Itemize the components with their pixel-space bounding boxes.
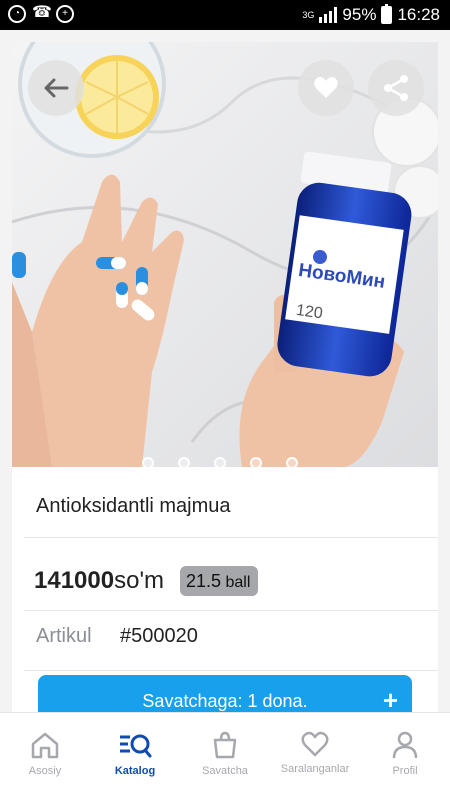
divider: [24, 537, 438, 538]
gallery-dot[interactable]: [214, 457, 226, 467]
price-currency: so'm: [114, 567, 165, 594]
gallery-dot[interactable]: [286, 457, 298, 467]
artikul-value: #500020: [120, 625, 198, 647]
back-button[interactable]: [28, 60, 84, 116]
gallery-pagination: [142, 457, 298, 467]
tab-asosiy[interactable]: Asosiy: [0, 713, 90, 800]
clock: 16:28: [397, 5, 440, 24]
product-name: Antioksidantli majmua: [36, 495, 231, 517]
home-icon: [31, 732, 59, 759]
network-type: 3G: [302, 9, 315, 20]
gallery-dot[interactable]: [142, 457, 154, 467]
tab-label: Katalog: [114, 765, 156, 777]
divider: [24, 610, 438, 611]
bottom-tab-bar: Asosiy Katalog Savatcha Saralanganlar Pr…: [0, 712, 450, 800]
shopping-bag-icon: [213, 731, 237, 759]
tab-katalog[interactable]: Katalog: [90, 713, 180, 800]
ball-value: 21.5: [186, 571, 222, 591]
catalog-search-icon: [120, 734, 152, 758]
share-icon: [384, 75, 408, 101]
tab-label: Savatcha: [202, 765, 248, 777]
tab-label: Saralanganlar: [280, 763, 350, 775]
artikul-label: Artikul: [36, 625, 92, 647]
battery-percent: 95%: [342, 5, 377, 24]
ball-badge: 21.5 ball: [180, 566, 258, 596]
product-card: НовоМин 120 Antioksidantli majmua 141000…: [12, 42, 438, 732]
tab-savatcha[interactable]: Savatcha: [180, 713, 270, 800]
battery-icon: [381, 4, 393, 24]
ball-unit: ball: [225, 574, 251, 591]
price-value: 141000: [34, 567, 115, 594]
data-saver-icon: ◔: [8, 5, 26, 23]
arrow-left-icon: [44, 78, 69, 98]
gallery-dot[interactable]: [178, 457, 190, 467]
gallery-dot[interactable]: [250, 457, 262, 467]
divider: [24, 670, 438, 671]
profile-icon: [392, 731, 418, 759]
product-price: 141000so'm: [34, 567, 164, 595]
share-button[interactable]: [368, 60, 424, 116]
add-to-cart-label: Savatchaga: 1 dona.: [142, 691, 308, 711]
add-circle-icon: +: [56, 5, 74, 23]
product-screen: НовоМин 120 Antioksidantli majmua 141000…: [0, 30, 450, 800]
heart-icon: [314, 77, 338, 98]
tab-profil[interactable]: Profil: [360, 713, 450, 800]
tab-saralanganlar[interactable]: Saralanganlar: [270, 713, 360, 800]
favorite-button[interactable]: [298, 60, 354, 116]
tab-label: Asosiy: [28, 765, 62, 777]
status-bar: ◔ ☎ + 3G 95% 16:28: [0, 0, 450, 30]
missed-call-icon: ☎: [32, 4, 52, 21]
heart-icon: [301, 731, 329, 757]
tab-label: Profil: [392, 765, 418, 777]
product-photo[interactable]: НовоМин 120: [12, 42, 438, 467]
signal-icon: [319, 7, 338, 23]
